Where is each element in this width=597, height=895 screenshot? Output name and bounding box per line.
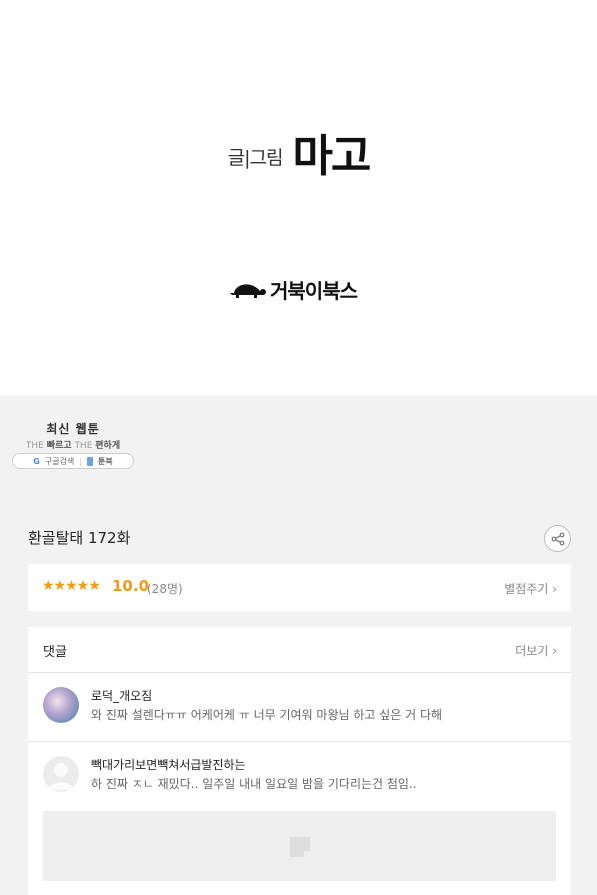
rating-count: (28명) — [147, 582, 183, 596]
author-credit: 글|그림 마고 — [0, 120, 597, 184]
comments-header: 댓글 더보기 › — [28, 627, 571, 673]
default-avatar-icon — [48, 763, 74, 790]
comment-author[interactable]: 빽대가리보면빽쳐서급발진하는 — [91, 756, 246, 773]
credit-label: 글|그림 — [227, 147, 284, 169]
promo-brand: 툰북 — [98, 456, 113, 466]
turtle-icon — [230, 284, 266, 298]
episode-title: 환골탈태 172화 — [28, 529, 131, 547]
book-icon — [87, 456, 93, 466]
avatar[interactable] — [43, 756, 79, 792]
avatar[interactable] — [43, 687, 79, 723]
tagline-the-2: THE — [74, 441, 93, 451]
author-name: 마고 — [292, 131, 371, 182]
google-icon: G — [33, 456, 40, 466]
promo-divider: | — [79, 456, 82, 466]
publisher-name: 거북이북스 — [270, 278, 358, 303]
share-button[interactable] — [544, 525, 571, 552]
rate-button[interactable]: 별점주기 › — [504, 580, 557, 597]
tagline-word-2: 편하게 — [95, 441, 121, 451]
tagline-the-1: THE — [25, 441, 44, 451]
comment-author[interactable]: 로덕_개오짐 — [91, 687, 152, 704]
promo-search-label: 구글검색 — [44, 456, 75, 466]
promo-banner[interactable]: 최신 웹툰 THE 빠르고 THE 편하게 G 구글검색 | 툰북 — [12, 420, 134, 469]
comment-text: 와 진짜 설렌다ㅠㅠ 어케어케 ㅠ 너무 기여워 마왕님 하고 싶은 거 다해 — [91, 708, 443, 722]
comment-item: 빽대가리보면빽쳐서급발진하는 하 진짜 ㅈㄴ 재밌다.. 일주일 내내 일요일 … — [28, 742, 571, 811]
comments-more-button[interactable]: 더보기 › — [515, 642, 557, 659]
comment-image-placeholder[interactable] — [43, 811, 556, 881]
comments-card: 댓글 더보기 › 로덕_개오짐 와 진짜 설렌다ㅠㅠ 어케어케 ㅠ 너무 기여워… — [28, 627, 571, 895]
share-icon — [551, 532, 564, 545]
rating-stars: ★★★★★ — [42, 578, 101, 594]
image-icon — [290, 837, 310, 857]
comment-text: 하 진짜 ㅈㄴ 재밌다.. 일주일 내내 일요일 밤을 기다리는건 첨임.. — [91, 777, 417, 791]
promo-search-bar[interactable]: G 구글검색 | 툰북 — [12, 453, 134, 469]
promo-tagline: THE 빠르고 THE 편하게 — [12, 438, 134, 451]
cover-panel: 글|그림 마고 거북이북스 — [0, 0, 597, 395]
rating-card: ★★★★★ 10.0 (28명) 별점주기 › — [28, 564, 571, 611]
comments-title: 댓글 — [43, 645, 67, 660]
comment-item: 로덕_개오짐 와 진짜 설렌다ㅠㅠ 어케어케 ㅠ 너무 기여워 마왕님 하고 싶… — [28, 673, 571, 742]
publisher-logo: 거북이북스 — [230, 274, 358, 304]
tagline-word-1: 빠르고 — [46, 441, 72, 451]
promo-title: 최신 웹툰 — [46, 422, 100, 436]
rating-score: 10.0 — [112, 577, 150, 595]
